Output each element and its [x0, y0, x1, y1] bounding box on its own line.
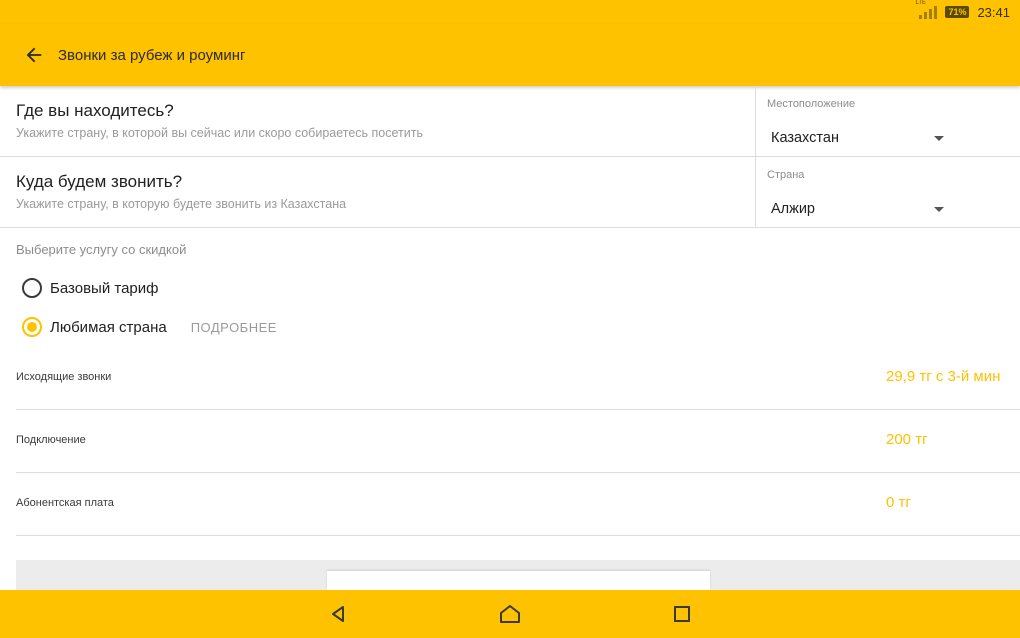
nav-home-icon	[500, 605, 520, 623]
page-title: Звонки за рубеж и роуминг	[58, 46, 246, 64]
destination-row: Куда будем звонить? Укажите страну, в ко…	[0, 157, 1020, 228]
status-bar: LTE 71% 23:41	[0, 0, 1020, 24]
price-value: 200 тг	[886, 431, 928, 448]
price-name: Исходящие звонки	[16, 371, 112, 383]
battery-icon: 71%	[945, 6, 970, 18]
destination-hint: Укажите страну, в которую будете звонить…	[16, 197, 347, 211]
signal-icon: LTE	[915, 0, 938, 19]
price-name: Подключение	[16, 434, 86, 446]
status-icons: LTE 71% 23:41	[915, 0, 1010, 24]
destination-picker-label: Страна	[767, 169, 805, 181]
radio-label-favorite-country: Любимая страна	[50, 318, 167, 336]
location-picker-value: Казахстан	[771, 130, 839, 146]
dropdown-caret-icon	[934, 207, 944, 212]
dropdown-caret-icon	[934, 136, 944, 141]
clock: 23:41	[977, 4, 1010, 20]
nav-recent-icon	[674, 606, 690, 622]
location-hint: Укажите страну, в которой вы сейчас или …	[16, 126, 423, 140]
location-row: Где вы находитесь? Укажите страну, в кот…	[0, 86, 1020, 157]
price-value: 0 тг	[886, 494, 911, 511]
price-row-outgoing-calls: Исходящие звонки 29,9 тг с 3-й мин	[16, 347, 1020, 410]
service-label: Выберите услугу со скидкой	[16, 242, 187, 257]
radio-button-favorite-country[interactable]	[22, 317, 42, 337]
app-bar: Звонки за рубеж и роуминг	[0, 24, 1020, 86]
location-picker[interactable]: Местоположение Казахстан	[755, 86, 1020, 156]
price-name: Абонентская плата	[16, 497, 114, 509]
nav-home-button[interactable]	[494, 600, 526, 628]
radio-button-basic[interactable]	[22, 278, 42, 298]
price-value: 29,9 тг с 3-й мин	[886, 368, 1001, 385]
action-card[interactable]	[327, 571, 710, 590]
location-text: Где вы находитесь? Укажите страну, в кот…	[16, 86, 746, 156]
price-row-connection: Подключение 200 тг	[16, 410, 1020, 473]
radio-option-favorite-country[interactable]: Любимая страна ПОДРОБНЕЕ	[22, 315, 277, 339]
arrow-left-icon	[26, 47, 42, 63]
price-row-subscription-fee: Абонентская плата 0 тг	[16, 473, 1020, 536]
more-details-link[interactable]: ПОДРОБНЕЕ	[191, 320, 277, 335]
radio-option-basic[interactable]: Базовый тариф	[22, 276, 158, 300]
destination-picker[interactable]: Страна Алжир	[755, 157, 1020, 227]
destination-picker-value: Алжир	[771, 201, 815, 217]
radio-label-basic: Базовый тариф	[50, 279, 159, 297]
location-picker-label: Местоположение	[767, 98, 856, 110]
network-type: LTE	[915, 0, 926, 6]
nav-back-icon	[332, 606, 344, 622]
location-question: Где вы находитесь?	[16, 101, 174, 120]
back-button[interactable]	[16, 37, 52, 73]
nav-recent-button[interactable]	[666, 600, 698, 628]
nav-back-button[interactable]	[322, 600, 354, 628]
navigation-bar	[0, 590, 1020, 638]
destination-text: Куда будем звонить? Укажите страну, в ко…	[16, 157, 746, 227]
destination-question: Куда будем звонить?	[16, 172, 183, 191]
